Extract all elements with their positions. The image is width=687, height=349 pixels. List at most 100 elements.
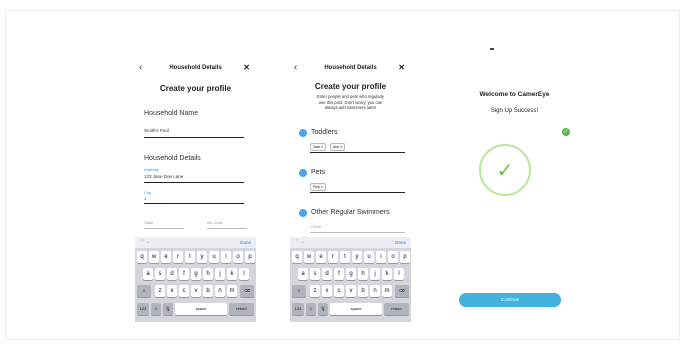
key-y[interactable]: y: [197, 251, 207, 263]
key-z[interactable]: z: [310, 285, 320, 297]
key-h[interactable]: h: [358, 268, 368, 280]
key-r[interactable]: r: [328, 251, 338, 263]
chip-fido[interactable]: Fido ×: [310, 183, 326, 191]
nav-title: Household Details: [324, 65, 377, 71]
swimmers-screen: ‹ Household Details ✕ Create your profil…: [290, 48, 411, 322]
key-t[interactable]: t: [185, 251, 195, 263]
emoji-icon[interactable]: ☺: [306, 303, 316, 315]
space-key[interactable]: space: [330, 303, 382, 315]
mic-icon[interactable]: 🎙: [163, 303, 173, 315]
profile-screen: ‹ Household Details ✕ Create your profil…: [135, 48, 256, 322]
done-button[interactable]: Done: [240, 240, 251, 245]
key-a[interactable]: a: [298, 268, 308, 280]
key-x[interactable]: x: [322, 285, 332, 297]
key-f[interactable]: f: [334, 268, 344, 280]
household-name-input[interactable]: Smith's Pool: [144, 128, 169, 133]
key-o[interactable]: o: [233, 251, 243, 263]
key-b[interactable]: b: [358, 285, 368, 297]
key-a[interactable]: a: [143, 268, 153, 280]
other-underline: [310, 232, 405, 233]
other-swimmers-label: Other Regular Swimmers: [311, 209, 390, 216]
key-n[interactable]: n: [215, 285, 225, 297]
keyboard-arrows-icon[interactable]: ⌃ ⌄: [295, 239, 305, 245]
zip-underline: [207, 228, 247, 229]
state-field[interactable]: State: [144, 220, 153, 225]
key-h[interactable]: h: [203, 268, 213, 280]
check-icon: ✓: [496, 160, 514, 182]
key-m[interactable]: m: [382, 285, 392, 297]
key-r[interactable]: r: [173, 251, 183, 263]
done-button[interactable]: Done: [395, 240, 406, 245]
page-title: Create your profile: [314, 82, 387, 91]
key-u[interactable]: u: [364, 251, 374, 263]
key-l[interactable]: l: [394, 268, 404, 280]
backspace-key[interactable]: ⌫: [395, 285, 409, 297]
key-k[interactable]: k: [227, 268, 237, 280]
keyboard: ⌃ ⌄ Done q w e r t y u i o p a s d f g h…: [135, 237, 256, 322]
close-icon[interactable]: ✕: [398, 63, 405, 72]
return-key[interactable]: return: [384, 303, 409, 315]
city-input[interactable]: 1: [144, 196, 146, 201]
key-q[interactable]: q: [292, 251, 302, 263]
toddlers-label: Toddlers: [311, 129, 338, 136]
key-k[interactable]: k: [382, 268, 392, 280]
key-w[interactable]: w: [149, 251, 159, 263]
backspace-key[interactable]: ⌫: [240, 285, 254, 297]
key-m[interactable]: m: [227, 285, 237, 297]
nav-bar: ‹ Household Details ✕: [290, 62, 411, 75]
key-v[interactable]: v: [346, 285, 356, 297]
keyboard-arrows-icon[interactable]: ⌃ ⌄: [140, 239, 150, 245]
chip-ann[interactable]: Ann ×: [330, 143, 346, 151]
numbers-key[interactable]: 123: [137, 303, 149, 315]
key-row-2: a s d f g h j k l: [135, 268, 256, 281]
key-d[interactable]: d: [167, 268, 177, 280]
chip-jack[interactable]: Jack ×: [310, 143, 327, 151]
key-p[interactable]: p: [245, 251, 255, 263]
key-e[interactable]: e: [316, 251, 326, 263]
close-icon[interactable]: ✕: [243, 63, 250, 72]
address-input[interactable]: 123 Jane Doe Lane: [144, 174, 183, 179]
key-c[interactable]: c: [179, 285, 189, 297]
shift-key[interactable]: ⇧: [137, 285, 151, 297]
key-n[interactable]: n: [370, 285, 380, 297]
key-y[interactable]: y: [352, 251, 362, 263]
key-e[interactable]: e: [161, 251, 171, 263]
return-key[interactable]: return: [229, 303, 254, 315]
space-key[interactable]: space: [175, 303, 227, 315]
key-s[interactable]: s: [310, 268, 320, 280]
key-z[interactable]: z: [155, 285, 165, 297]
key-w[interactable]: w: [304, 251, 314, 263]
key-s[interactable]: s: [155, 268, 165, 280]
emoji-icon[interactable]: ☺: [151, 303, 161, 315]
key-o[interactable]: o: [388, 251, 398, 263]
continue-button[interactable]: Continue: [459, 293, 561, 307]
shift-key[interactable]: ⇧: [292, 285, 306, 297]
page-title: Create your profile: [159, 84, 232, 93]
key-row-1: q w e r t y u i o p: [135, 251, 256, 264]
key-p[interactable]: p: [400, 251, 410, 263]
key-c[interactable]: c: [334, 285, 344, 297]
zip-field[interactable]: Zip Code: [207, 220, 223, 225]
welcome-title: Welcome to CamerEye: [479, 91, 550, 98]
key-x[interactable]: x: [167, 285, 177, 297]
key-j[interactable]: j: [215, 268, 225, 280]
key-b[interactable]: b: [203, 285, 213, 297]
key-q[interactable]: q: [137, 251, 147, 263]
toddlers-icon: [299, 129, 307, 137]
key-v[interactable]: v: [191, 285, 201, 297]
key-g[interactable]: g: [346, 268, 356, 280]
key-f[interactable]: f: [179, 268, 189, 280]
key-d[interactable]: d: [322, 268, 332, 280]
mic-icon[interactable]: 🎙: [318, 303, 328, 315]
key-t[interactable]: t: [340, 251, 350, 263]
key-i[interactable]: i: [376, 251, 386, 263]
key-i[interactable]: i: [221, 251, 231, 263]
other-swimmers-input[interactable]: Other: [311, 224, 321, 229]
key-row-3: ⇧ z x c v b n m ⌫: [290, 285, 411, 298]
key-l[interactable]: l: [239, 268, 249, 280]
success-subtitle: Sign Up Success!: [490, 108, 539, 114]
key-g[interactable]: g: [191, 268, 201, 280]
key-j[interactable]: j: [370, 268, 380, 280]
key-u[interactable]: u: [209, 251, 219, 263]
numbers-key[interactable]: 123: [292, 303, 304, 315]
